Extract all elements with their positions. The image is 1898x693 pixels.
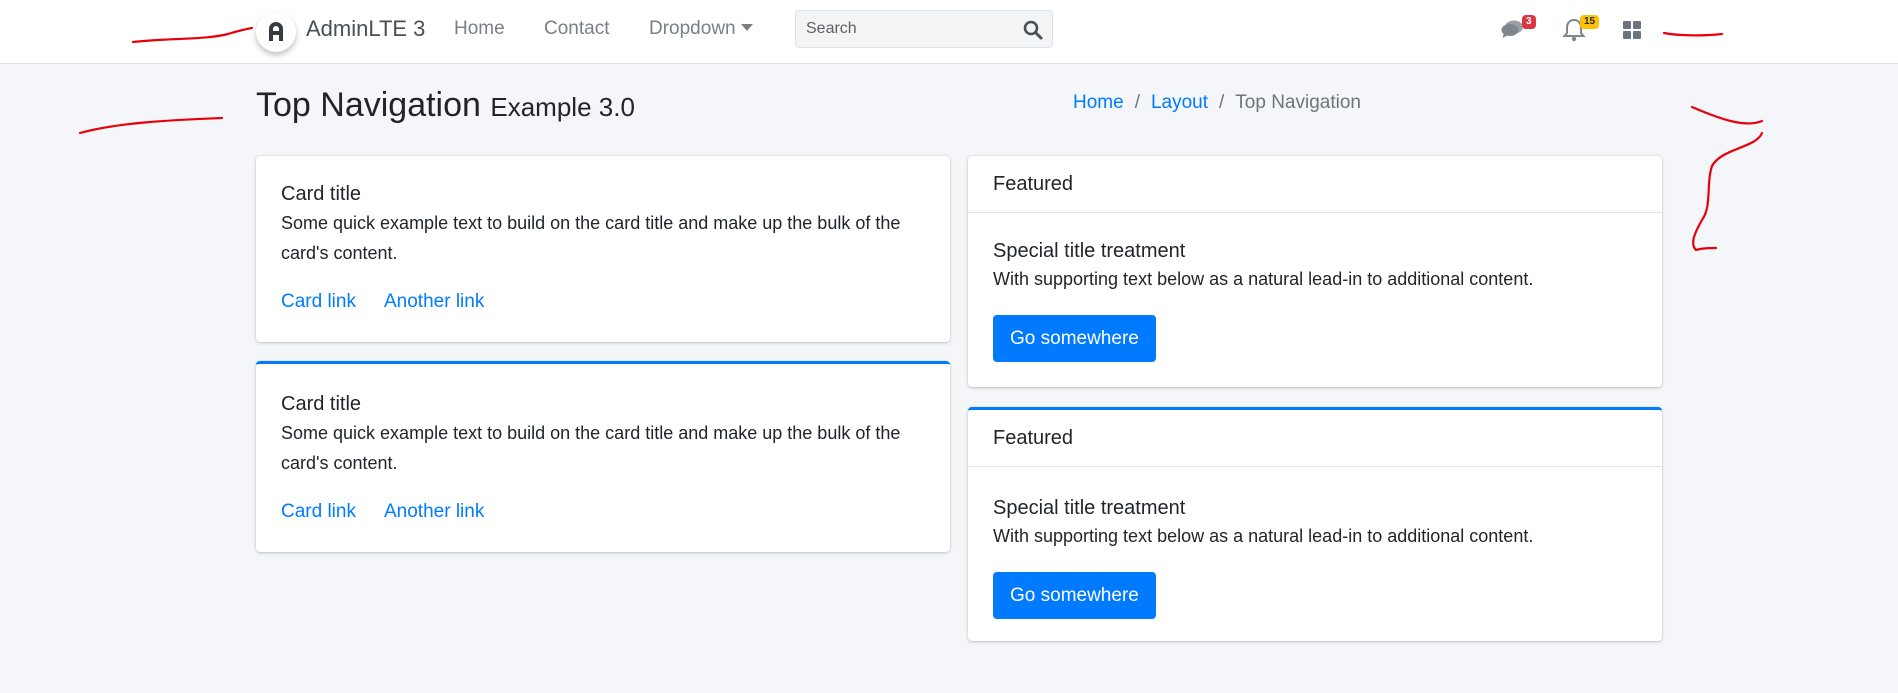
featured-card: Featured Special title treatment With su… — [968, 156, 1662, 387]
card-text: With supporting text below as a natural … — [993, 526, 1534, 546]
page-subtitle: Example 3.0 — [490, 92, 635, 122]
adminlte-logo-icon[interactable] — [256, 12, 296, 52]
breadcrumb-current: Top Navigation — [1235, 92, 1361, 113]
search-form — [795, 10, 1053, 48]
card-text: Some quick example text to build on the … — [281, 423, 901, 473]
card-text: With supporting text below as a natural … — [993, 269, 1534, 289]
search-icon — [1023, 20, 1043, 40]
card-header: Featured — [968, 156, 1662, 213]
messages-dropdown[interactable]: 3 — [1500, 15, 1536, 44]
caret-down-icon — [740, 24, 753, 31]
nav-dropdown-toggle[interactable]: Dropdown — [649, 18, 753, 40]
card-title: Card title — [281, 183, 362, 205]
card-title: Card title — [281, 393, 362, 415]
card: Card title Some quick example text to bu… — [256, 156, 950, 342]
card-text: Some quick example text to build on the … — [281, 213, 901, 263]
messages-badge: 3 — [1522, 15, 1536, 29]
featured-card-primary-outline: Featured Special title treatment With su… — [968, 407, 1662, 641]
page-title-text: Top Navigation — [256, 86, 481, 124]
go-somewhere-button[interactable]: Go somewhere — [993, 315, 1156, 362]
another-link[interactable]: Another link — [384, 291, 484, 313]
annotation-stroke — [1692, 131, 1764, 252]
card-title: Special title treatment — [993, 240, 1186, 262]
brand-name[interactable]: AdminLTE 3 — [306, 16, 425, 42]
breadcrumb-separator: / — [1134, 92, 1140, 113]
card-link[interactable]: Card link — [281, 501, 356, 523]
nav-dropdown-label: Dropdown — [649, 18, 736, 39]
th-large-icon — [1623, 21, 1641, 39]
nav-link-contact[interactable]: Contact — [544, 18, 609, 40]
breadcrumb-home[interactable]: Home — [1073, 92, 1124, 113]
another-link[interactable]: Another link — [384, 501, 484, 523]
breadcrumb-layout[interactable]: Layout — [1151, 92, 1208, 113]
card-header: Featured — [968, 410, 1662, 467]
search-input[interactable] — [796, 11, 1011, 47]
top-navbar: AdminLTE 3 Home Contact Dropdown 3 15 — [0, 0, 1898, 64]
card-link[interactable]: Card link — [281, 291, 356, 313]
nav-link-home[interactable]: Home — [454, 18, 505, 40]
go-somewhere-button[interactable]: Go somewhere — [993, 572, 1156, 619]
annotation-stroke — [1690, 105, 1764, 125]
annotation-stroke — [78, 116, 224, 135]
card-primary-outline: Card title Some quick example text to bu… — [256, 361, 950, 552]
breadcrumb: Home / Layout / Top Navigation — [1073, 92, 1361, 114]
notifications-badge: 15 — [1580, 15, 1600, 29]
control-sidebar-toggle[interactable] — [1618, 16, 1646, 44]
search-button[interactable] — [1022, 19, 1044, 41]
card-title: Special title treatment — [993, 497, 1186, 519]
page-title: Top Navigation Example 3.0 — [256, 86, 635, 125]
breadcrumb-separator: / — [1219, 92, 1225, 113]
notifications-dropdown[interactable]: 15 — [1560, 15, 1600, 44]
